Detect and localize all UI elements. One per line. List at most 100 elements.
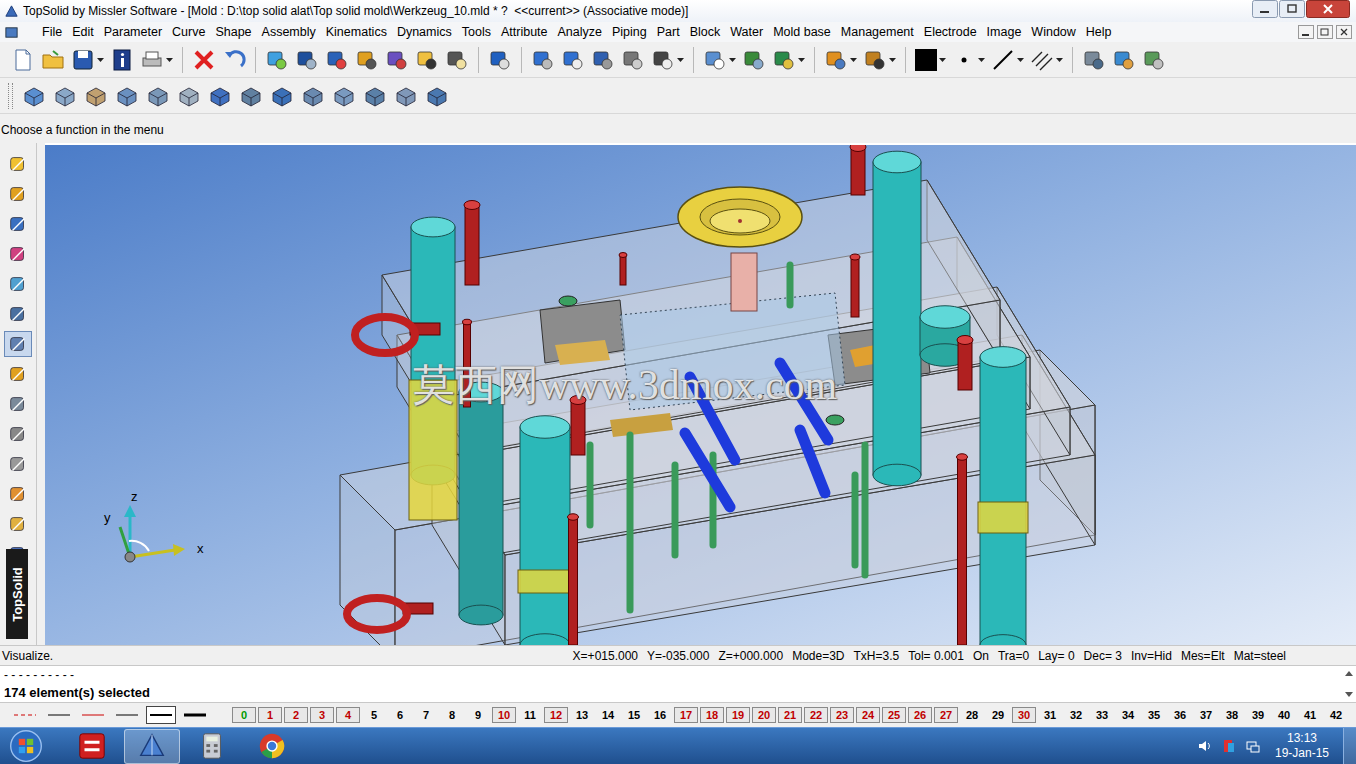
view-button[interactable]	[769, 45, 808, 75]
line-style-option[interactable]	[112, 706, 142, 724]
status-field[interactable]: Y=-035.000	[647, 649, 709, 663]
menu-item[interactable]: Shape	[210, 25, 256, 39]
layer-button[interactable]: 34	[1116, 707, 1140, 723]
snap-button[interactable]	[442, 45, 472, 75]
shape-tool-button[interactable]	[267, 81, 297, 111]
menu-item[interactable]: Attribute	[496, 25, 553, 39]
layer-button[interactable]: 5	[362, 707, 386, 723]
menu-item[interactable]: Analyze	[553, 25, 607, 39]
layer-button[interactable]: 14	[596, 707, 620, 723]
menu-item[interactable]: Block	[685, 25, 726, 39]
volume-icon[interactable]	[1197, 738, 1213, 754]
new-button[interactable]	[8, 45, 38, 75]
layer-button[interactable]: 18	[700, 707, 724, 723]
cap-screw[interactable]	[570, 396, 586, 456]
layer-button[interactable]: 26	[908, 707, 932, 723]
menu-item[interactable]: Kinematics	[321, 25, 392, 39]
line-style-option[interactable]	[146, 706, 176, 724]
calculator-taskbar-button[interactable]	[184, 729, 240, 764]
ejector-pin[interactable]	[787, 265, 794, 305]
layer-button[interactable]: 11	[518, 707, 542, 723]
shape-tool-button[interactable]	[50, 81, 80, 111]
side-tool-button[interactable]	[4, 511, 32, 537]
side-tool-button[interactable]	[4, 361, 32, 387]
status-field[interactable]: Mes=Elt	[1181, 649, 1225, 663]
cap-screw[interactable]	[850, 254, 860, 317]
hook-button[interactable]	[618, 45, 648, 75]
menu-item[interactable]: Edit	[67, 25, 99, 39]
show-desktop-button[interactable]	[1343, 728, 1356, 764]
action-center-icon[interactable]	[1221, 738, 1237, 754]
dropdown-arrow-icon[interactable]	[97, 58, 104, 62]
cap-screw[interactable]	[568, 514, 579, 645]
side-tool-button[interactable]	[4, 181, 32, 207]
layer-button[interactable]: 17	[674, 707, 698, 723]
delete-button[interactable]	[189, 45, 219, 75]
layer-button[interactable]: 3	[310, 707, 334, 723]
menu-item[interactable]: Dynamics	[392, 25, 457, 39]
layer-button[interactable]: 15	[622, 707, 646, 723]
catalog-button[interactable]	[1139, 45, 1169, 75]
dropdown-arrow-icon[interactable]	[939, 58, 946, 62]
print-button[interactable]	[137, 45, 176, 75]
side-tool-button[interactable]	[4, 451, 32, 477]
params-button[interactable]	[322, 45, 352, 75]
select-button[interactable]	[485, 45, 515, 75]
message-scrollbar[interactable]	[1342, 666, 1356, 702]
layer-button[interactable]: 33	[1090, 707, 1114, 723]
shape-tool-button[interactable]	[19, 81, 49, 111]
guide-pillar[interactable]	[520, 416, 570, 645]
guide-pillar[interactable]	[873, 151, 921, 486]
dropdown-arrow-icon[interactable]	[1017, 58, 1024, 62]
shape-tool-button[interactable]	[298, 81, 328, 111]
menu-item[interactable]: Tools	[457, 25, 496, 39]
layer-button[interactable]: 39	[1246, 707, 1270, 723]
layer-button[interactable]: 35	[1142, 707, 1166, 723]
cap-screw[interactable]	[463, 319, 472, 407]
menu-item[interactable]: Parameter	[99, 25, 167, 39]
layer-button[interactable]: 4	[336, 707, 360, 723]
shape-tool-button[interactable]	[112, 81, 142, 111]
start-button-icon[interactable]	[6, 728, 46, 764]
side-tool-button[interactable]	[4, 241, 32, 267]
toolbar-grip[interactable]	[8, 83, 13, 109]
shape-tool-button[interactable]	[360, 81, 390, 111]
status-field[interactable]: X=+015.000	[573, 649, 638, 663]
layer-button[interactable]: 1	[258, 707, 282, 723]
layer-button[interactable]: 13	[570, 707, 594, 723]
dropdown-arrow-icon[interactable]	[889, 58, 896, 62]
guide-bushing[interactable]	[409, 380, 457, 520]
shape-tool-button[interactable]	[143, 81, 173, 111]
shape-tool-button[interactable]	[205, 81, 235, 111]
zoom-button[interactable]	[700, 45, 739, 75]
cap-screw[interactable]	[619, 253, 627, 286]
ejector-pin[interactable]	[627, 435, 634, 610]
eye-bolt[interactable]	[347, 598, 433, 630]
cooling-channel[interactable]	[685, 433, 730, 507]
layer-button[interactable]: 28	[960, 707, 984, 723]
layer-button[interactable]: 30	[1012, 707, 1036, 723]
shape-tool-button[interactable]	[81, 81, 111, 111]
bars-button[interactable]	[588, 45, 618, 75]
menu-item[interactable]: Help	[1081, 25, 1117, 39]
menu-item[interactable]: Image	[982, 25, 1027, 39]
fit-button[interactable]	[739, 45, 769, 75]
sprue-bushing[interactable]	[678, 187, 802, 311]
library-button[interactable]	[1109, 45, 1139, 75]
topsolid-taskbar-button[interactable]	[124, 729, 180, 764]
menu-item[interactable]: Water	[725, 25, 768, 39]
status-field[interactable]: Dec= 3	[1084, 649, 1122, 663]
color-button[interactable]	[912, 45, 949, 75]
side-tool-button[interactable]	[4, 481, 32, 507]
layer-button[interactable]: 9	[466, 707, 490, 723]
minimize-icon[interactable]	[1252, 0, 1278, 18]
menu-item[interactable]: Part	[652, 25, 685, 39]
line-style-option[interactable]	[10, 706, 40, 724]
side-tool-button[interactable]	[4, 301, 32, 327]
dropdown-arrow-icon[interactable]	[677, 58, 684, 62]
dropdown-arrow-icon[interactable]	[798, 58, 805, 62]
hatch-button[interactable]	[1027, 45, 1066, 75]
layer-button[interactable]: 16	[648, 707, 672, 723]
line-style-option[interactable]	[78, 706, 108, 724]
viewport-3d[interactable]: zyx莫西网www.3dmox.com	[45, 143, 1356, 645]
